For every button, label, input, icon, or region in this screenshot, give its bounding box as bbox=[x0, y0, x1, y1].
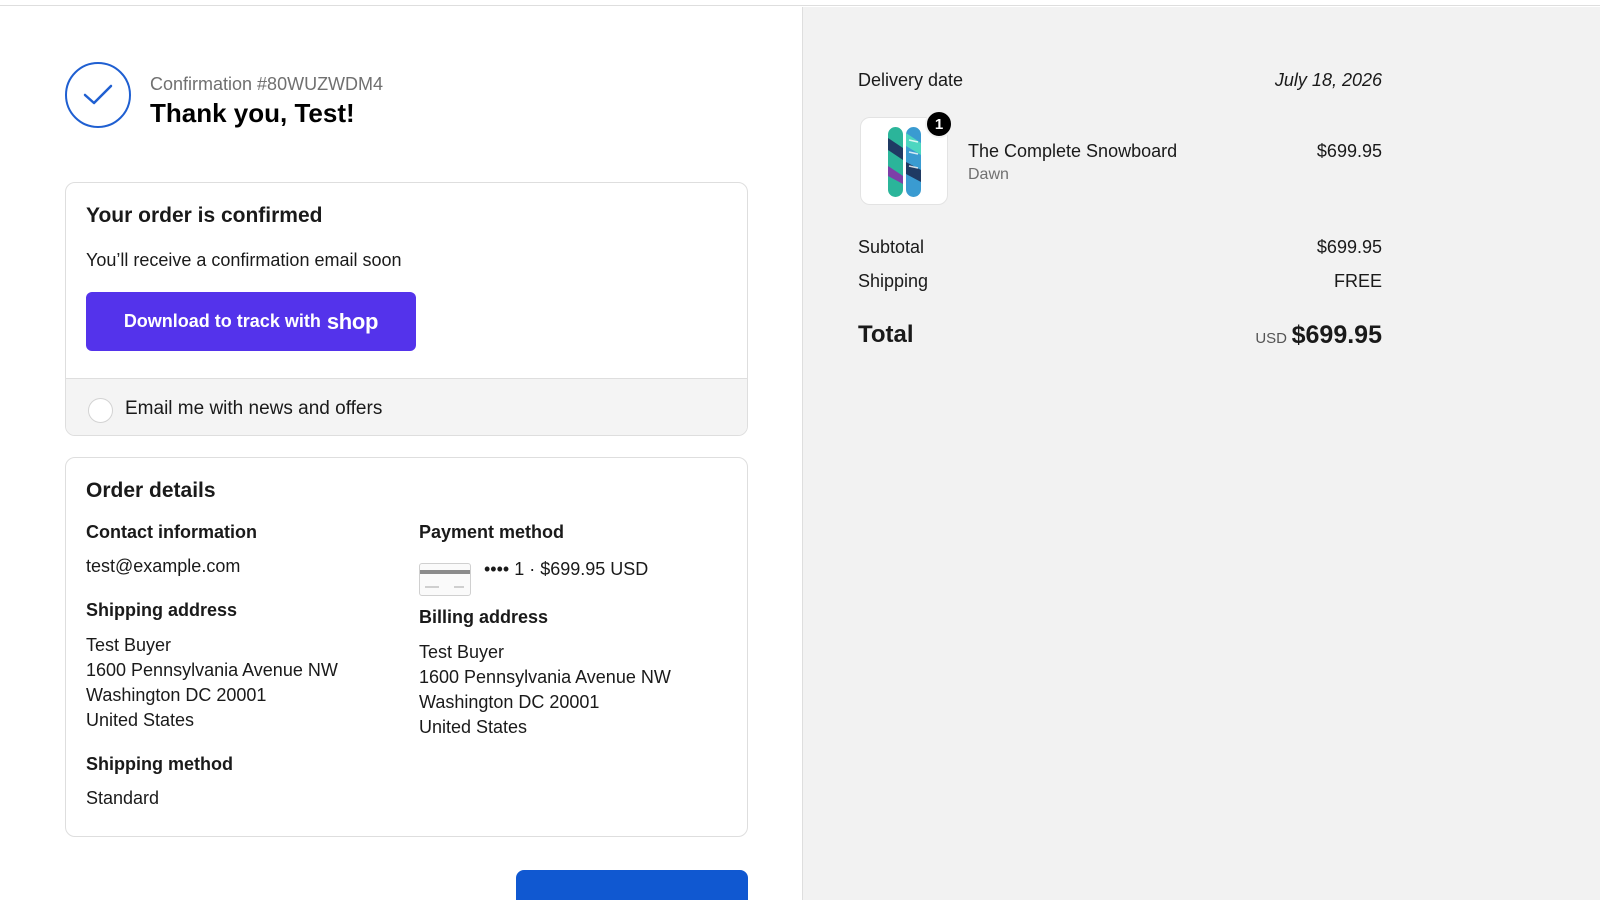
shipping-address-label: Shipping address bbox=[86, 600, 238, 620]
product-name: The Complete Snowboard bbox=[968, 141, 1178, 161]
order-summary-panel: Delivery date July 18, 2026 1 The Comple… bbox=[802, 7, 1600, 900]
billing-address: Test Buyer 1600 Pennsylvania Avenue NW W… bbox=[419, 640, 671, 740]
main-column: Confirmation #80WUZWDM4 Thank you, Test!… bbox=[0, 7, 802, 900]
shipping-value: FREE bbox=[1333, 271, 1382, 291]
delivery-date-value: July 18, 2026 bbox=[1274, 70, 1382, 90]
shipping-address-line: Washington DC 20001 bbox=[86, 685, 267, 705]
product-price: $699.95 bbox=[1316, 141, 1382, 161]
subtotal-value: $699.95 bbox=[1316, 237, 1382, 257]
order-details-title: Order details bbox=[86, 479, 216, 502]
shipping-method-value: Standard bbox=[86, 788, 160, 808]
billing-address-label: Billing address bbox=[419, 607, 549, 627]
email-opt-in-row: Email me with news and offers bbox=[66, 378, 747, 435]
total-currency: USD bbox=[1255, 330, 1287, 347]
email-opt-in-checkbox[interactable] bbox=[88, 398, 113, 423]
shipping-address: Test Buyer 1600 Pennsylvania Avenue NW W… bbox=[86, 633, 338, 733]
billing-address-line: Test Buyer bbox=[419, 642, 505, 662]
quantity-badge: 1 bbox=[925, 110, 953, 138]
checkmark-icon bbox=[65, 62, 131, 128]
email-opt-in-label[interactable]: Email me with news and offers bbox=[125, 398, 382, 420]
contact-email: test@example.com bbox=[86, 556, 241, 576]
contact-info-label: Contact information bbox=[86, 522, 257, 542]
billing-address-line: 1600 Pennsylvania Avenue NW bbox=[419, 667, 671, 687]
delivery-date-label: Delivery date bbox=[858, 70, 964, 90]
shipping-address-line: 1600 Pennsylvania Avenue NW bbox=[86, 660, 338, 680]
payment-method-label: Payment method bbox=[419, 522, 565, 542]
shipping-address-line: Test Buyer bbox=[86, 635, 172, 655]
credit-card-icon bbox=[419, 563, 471, 596]
page-title: Thank you, Test! bbox=[150, 98, 355, 128]
continue-shopping-button[interactable] bbox=[516, 870, 748, 900]
total-value: $699.95 bbox=[1291, 321, 1382, 349]
product-variant: Dawn bbox=[968, 166, 1009, 183]
shipping-address-line: United States bbox=[86, 710, 195, 730]
order-details-card: Order details Contact information test@e… bbox=[65, 457, 748, 837]
shipping-method-label: Shipping method bbox=[86, 754, 233, 774]
billing-address-line: United States bbox=[419, 717, 528, 737]
order-confirmed-title: Your order is confirmed bbox=[86, 204, 323, 227]
total-label: Total bbox=[858, 321, 914, 348]
subtotal-label: Subtotal bbox=[858, 237, 925, 257]
order-confirmed-card: Your order is confirmed You’ll receive a… bbox=[65, 182, 748, 436]
download-shop-app-button[interactable]: Download to track with shop bbox=[86, 292, 416, 351]
shop-button-label: Download to track with bbox=[123, 311, 321, 331]
shipping-label: Shipping bbox=[858, 271, 929, 291]
billing-address-line: Washington DC 20001 bbox=[419, 692, 600, 712]
payment-summary: •••• 1 · $699.95 USD bbox=[484, 559, 649, 579]
shop-logo: shop bbox=[326, 308, 379, 334]
top-divider bbox=[0, 0, 1600, 6]
order-confirmed-subtitle: You’ll receive a confirmation email soon bbox=[86, 250, 402, 270]
confirmation-number: Confirmation #80WUZWDM4 bbox=[150, 74, 384, 94]
